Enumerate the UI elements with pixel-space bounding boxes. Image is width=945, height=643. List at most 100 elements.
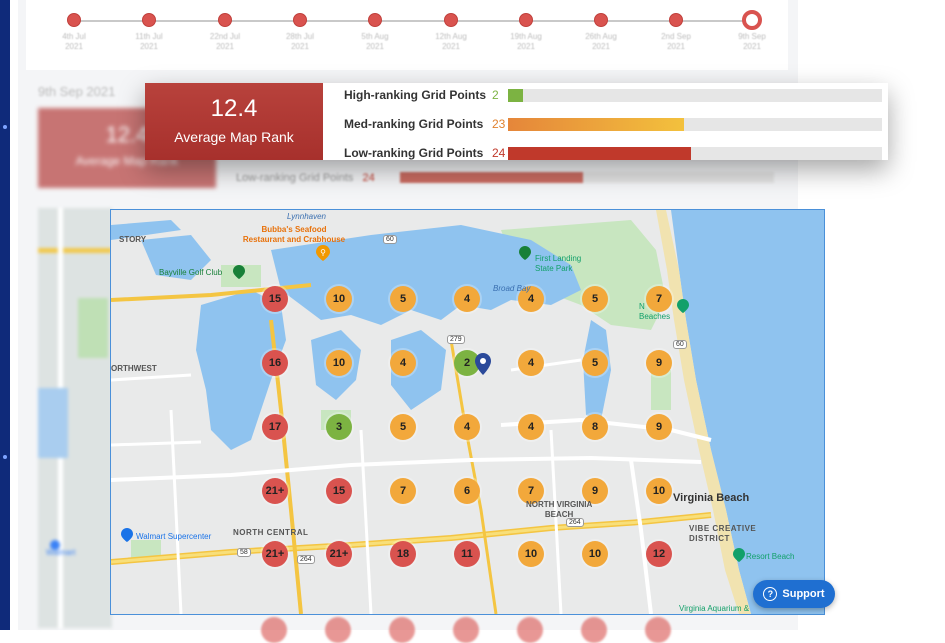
- timeline-dot[interactable]: [519, 13, 533, 27]
- grid-rank-marker[interactable]: 12: [646, 541, 672, 567]
- timeline-dot[interactable]: [742, 10, 762, 30]
- grid-rank-marker[interactable]: 4: [518, 350, 544, 376]
- high-ranking-count: 2: [492, 88, 499, 102]
- background-low-count: 24: [362, 172, 375, 184]
- resort-beach-poi-icon[interactable]: [733, 548, 745, 562]
- north-central-label: NORTH CENTRAL: [233, 528, 309, 537]
- grid-rank-marker[interactable]: 9: [646, 350, 672, 376]
- timeline-date-label[interactable]: 11th Jul 2021: [119, 32, 179, 52]
- grid-rank-marker[interactable]: 17: [262, 414, 288, 440]
- average-map-rank-box: 12.4 Average Map Rank: [145, 83, 323, 160]
- background-low-row: Low-ranking Grid Points 24: [236, 172, 375, 184]
- med-ranking-bar: [508, 118, 882, 131]
- timeline-date-label[interactable]: 2nd Sep 2021: [646, 32, 706, 52]
- grid-rank-marker[interactable]: 5: [390, 286, 416, 312]
- resort-beach-label[interactable]: Resort Beach: [746, 552, 794, 561]
- northwest-label: ORTHWEST: [111, 364, 157, 373]
- timeline-track: [74, 20, 754, 22]
- background-low-label: Low-ranking Grid Points: [236, 172, 354, 184]
- grid-rank-marker: [581, 617, 607, 643]
- route-shield: 58: [237, 548, 251, 557]
- timeline-dot[interactable]: [594, 13, 608, 27]
- grid-rank-marker[interactable]: 21+: [262, 541, 288, 567]
- timeline-date-label[interactable]: 22nd Jul 2021: [195, 32, 255, 52]
- business-location-pin-icon[interactable]: [475, 353, 491, 375]
- route-shield: 279: [447, 335, 465, 344]
- virginia-aquarium-label[interactable]: Virginia Aquarium &: [679, 604, 749, 613]
- high-ranking-bar-fill: [508, 89, 523, 102]
- timeline-date-label[interactable]: 26th Aug 2021: [571, 32, 631, 52]
- grid-rank-marker[interactable]: 5: [582, 350, 608, 376]
- route-shield: 264: [566, 518, 584, 527]
- first-landing-label[interactable]: First Landing State Park: [535, 254, 581, 274]
- timeline-dot[interactable]: [293, 13, 307, 27]
- background-walmart-label: Walmart: [46, 548, 76, 557]
- background-date: 9th Sep 2021: [38, 84, 116, 99]
- app-sidebar-edge: [0, 0, 10, 630]
- grid-rank-marker[interactable]: 10: [326, 286, 352, 312]
- grid-rank-marker: [645, 617, 671, 643]
- timeline-dot[interactable]: [218, 13, 232, 27]
- timeline-date-label[interactable]: 12th Aug 2021: [421, 32, 481, 52]
- timeline-date-label[interactable]: 9th Sep 2021: [722, 32, 782, 52]
- low-ranking-label: Low-ranking Grid Points: [344, 146, 484, 160]
- grid-rank-marker[interactable]: 11: [454, 541, 480, 567]
- beaches-label: N Beaches: [639, 302, 671, 321]
- rank-grid-map[interactable]: 15 10 5 4 4 5 7 16 10 4 2 4 5 9 17 3 5 4 4 8 9 21+ 15 7 6 7 9 10 21+…: [110, 209, 825, 615]
- grid-rank-marker[interactable]: 8: [582, 414, 608, 440]
- grid-rank-marker[interactable]: 4: [454, 286, 480, 312]
- grid-rank-marker[interactable]: 18: [390, 541, 416, 567]
- average-map-rank-value: 12.4: [210, 95, 258, 122]
- bayville-golf-club-label[interactable]: Bayville Golf Club: [159, 268, 222, 277]
- grid-rank-marker[interactable]: 15: [326, 478, 352, 504]
- help-icon: ?: [763, 587, 778, 601]
- timeline-date-label[interactable]: 28th Jul 2021: [270, 32, 330, 52]
- timeline-dot[interactable]: [67, 13, 81, 27]
- grid-rank-marker[interactable]: 10: [582, 541, 608, 567]
- beach-poi-icon[interactable]: [677, 299, 689, 313]
- svg-text:⚲: ⚲: [320, 248, 326, 257]
- north-virginia-beach-label: NORTH VIRGINIA BEACH: [526, 500, 593, 519]
- grid-rank-marker[interactable]: 5: [582, 286, 608, 312]
- route-shield: 264: [297, 555, 315, 564]
- park-poi-icon[interactable]: [519, 246, 531, 260]
- restaurant-poi-icon[interactable]: ⚲: [316, 245, 330, 261]
- virginia-beach-label: Virginia Beach: [673, 492, 750, 504]
- background-low-bar: [400, 172, 774, 183]
- grid-rank-marker[interactable]: 3: [326, 414, 352, 440]
- walmart-poi-icon[interactable]: [121, 528, 133, 542]
- average-map-rank-label: Average Map Rank: [174, 129, 294, 145]
- grid-rank-marker[interactable]: 4: [454, 414, 480, 440]
- timeline-date-label[interactable]: 4th Jul 2021: [44, 32, 104, 52]
- timeline-date-label[interactable]: 5th Aug 2021: [345, 32, 405, 52]
- route-shield: 60: [383, 235, 397, 244]
- grid-rank-marker[interactable]: 15: [262, 286, 288, 312]
- vibe-district-label: VIBE CREATIVE DISTRICT: [689, 524, 757, 543]
- timeline-dot[interactable]: [444, 13, 458, 27]
- grid-rank-marker[interactable]: 6: [454, 478, 480, 504]
- grid-rank-marker[interactable]: 5: [390, 414, 416, 440]
- grid-rank-marker[interactable]: 9: [646, 414, 672, 440]
- grid-rank-marker[interactable]: 10: [646, 478, 672, 504]
- timeline-dot[interactable]: [142, 13, 156, 27]
- timeline-dot[interactable]: [669, 13, 683, 27]
- grid-rank-marker[interactable]: 4: [518, 414, 544, 440]
- med-ranking-bar-fill: [508, 118, 684, 131]
- grid-rank-marker[interactable]: 21+: [326, 541, 352, 567]
- route-shield: 60: [673, 340, 687, 349]
- high-ranking-bar: [508, 89, 882, 102]
- walmart-supercenter-label[interactable]: Walmart Supercenter: [136, 532, 211, 541]
- story-label: STORY: [119, 235, 147, 244]
- grid-rank-marker[interactable]: 10: [326, 350, 352, 376]
- grid-rank-marker: [325, 617, 351, 643]
- golf-club-poi-icon[interactable]: [233, 265, 245, 279]
- grid-rank-marker[interactable]: 21+: [262, 478, 288, 504]
- grid-rank-marker[interactable]: 4: [390, 350, 416, 376]
- support-button[interactable]: ? Support: [753, 580, 835, 608]
- grid-rank-marker[interactable]: 16: [262, 350, 288, 376]
- timeline-dot[interactable]: [368, 13, 382, 27]
- timeline-date-label[interactable]: 19th Aug 2021: [496, 32, 556, 52]
- grid-rank-marker[interactable]: 10: [518, 541, 544, 567]
- bubbas-seafood-label[interactable]: Bubba's Seafood Restaurant and Crabhouse: [239, 225, 349, 245]
- grid-rank-marker[interactable]: 7: [390, 478, 416, 504]
